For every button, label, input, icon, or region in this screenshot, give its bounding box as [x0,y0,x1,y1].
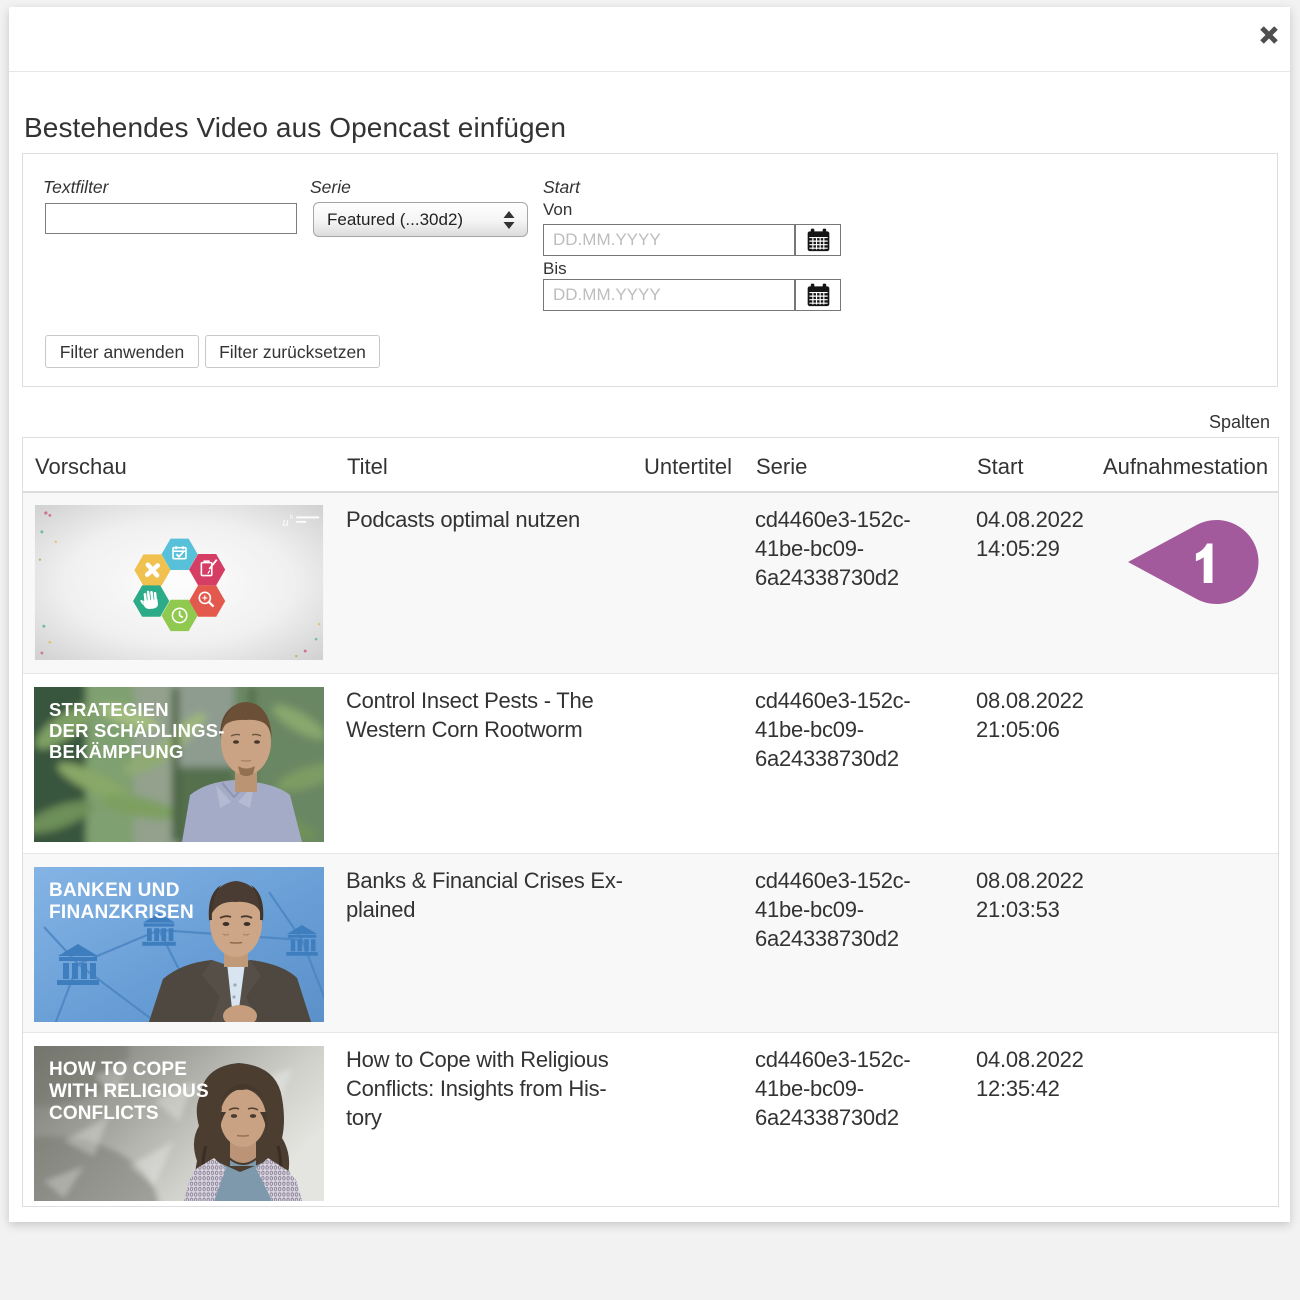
svg-text:DER SCHÄDLINGS-: DER SCHÄDLINGS- [49,720,225,741]
svg-text:BANKEN UND: BANKEN UND [49,880,180,901]
svg-text:FINANZKRISEN: FINANZKRISEN [49,902,194,923]
svg-text:u: u [282,514,288,529]
svg-text:WITH RELIGIOUS: WITH RELIGIOUS [49,1081,209,1102]
svg-text:STRATEGIEN: STRATEGIEN [49,699,169,720]
svg-text:b: b [290,513,294,521]
svg-text:BEKÄMPFUNG: BEKÄMPFUNG [49,741,184,762]
svg-text:CONFLICTS: CONFLICTS [49,1103,159,1124]
svg-text:HOW TO COPE: HOW TO COPE [49,1059,187,1080]
